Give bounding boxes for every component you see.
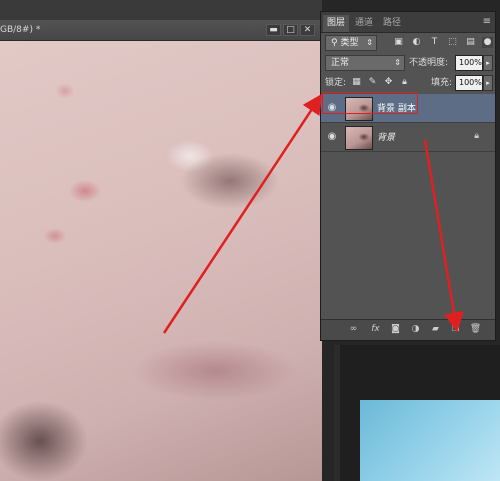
lock-move-icon[interactable]: ✥ bbox=[383, 77, 394, 88]
close-button[interactable]: ✕ bbox=[300, 24, 315, 36]
lock-transparent-icon[interactable]: ▦ bbox=[351, 77, 362, 88]
eye-icon[interactable]: ◉ bbox=[326, 131, 338, 143]
blend-row: 正常 ⇕ 不透明度: 100% ▸ bbox=[321, 53, 495, 73]
document-title: GB/8#) * bbox=[0, 25, 41, 35]
adjustment-filter-icon[interactable]: ◐ bbox=[411, 37, 422, 48]
shape-filter-icon[interactable]: ⬚ bbox=[447, 37, 458, 48]
layer-row-background[interactable]: ◉ 背景 🔒︎ bbox=[321, 123, 495, 152]
app-top-strip bbox=[0, 0, 322, 20]
desktop-background bbox=[360, 400, 500, 481]
lock-icon: 🔒︎ bbox=[474, 131, 479, 141]
minimize-button[interactable]: ▬ bbox=[266, 24, 281, 36]
blend-mode-label: 正常 bbox=[331, 58, 350, 68]
maximize-button[interactable]: □ bbox=[283, 24, 298, 36]
fill-dropdown-icon[interactable]: ▸ bbox=[483, 75, 493, 91]
tab-layers[interactable]: 图层 bbox=[323, 15, 350, 32]
fx-icon[interactable]: fx bbox=[369, 323, 382, 336]
filter-toggle-icon[interactable]: ● bbox=[482, 37, 493, 48]
tab-channels[interactable]: 通道 bbox=[351, 15, 377, 32]
smart-object-filter-icon[interactable]: ▤ bbox=[465, 37, 476, 48]
lock-row: 锁定: ▦ ✎ ✥ 🔒︎ 填充: 100% ▸ bbox=[321, 73, 495, 93]
layers-bottom-bar: ∞ fx ◙ ◑ ▰ ❐ 🗑︎ bbox=[321, 319, 495, 340]
layer-name[interactable]: 背景 bbox=[377, 130, 395, 143]
group-folder-icon[interactable]: ▰ bbox=[429, 323, 442, 336]
chevron-updown-icon: ⇕ bbox=[394, 58, 401, 67]
document-canvas-photo[interactable] bbox=[0, 41, 322, 481]
layers-list: ◉ 背景 副本 ◉ 背景 🔒︎ bbox=[321, 94, 495, 322]
mask-icon[interactable]: ◙ bbox=[389, 323, 402, 336]
filter-kind-label: 类型 bbox=[340, 38, 359, 48]
panel-tabs: 图层 通道 路径 ≡ bbox=[321, 12, 495, 33]
lock-brush-icon[interactable]: ✎ bbox=[367, 77, 378, 88]
tab-paths[interactable]: 路径 bbox=[379, 15, 405, 32]
adjustment-icon[interactable]: ◑ bbox=[409, 323, 422, 336]
annotation-highlight-box bbox=[322, 92, 418, 114]
filter-row: ⚲ 类型 ⇕ ▣ ◐ T ⬚ ▤ ● bbox=[321, 33, 495, 53]
panel-menu-icon[interactable]: ≡ bbox=[483, 16, 491, 27]
fill-field[interactable]: 100% bbox=[455, 75, 483, 91]
filter-kind-select[interactable]: ⚲ 类型 ⇕ bbox=[325, 35, 377, 51]
pixel-filter-icon[interactable]: ▣ bbox=[393, 37, 404, 48]
layers-panel: 图层 通道 路径 ≡ ⚲ 类型 ⇕ ▣ ◐ T ⬚ ▤ ● 正常 ⇕ 不透明度:… bbox=[320, 11, 496, 341]
fill-label: 填充: bbox=[431, 78, 453, 88]
trash-icon[interactable]: 🗑︎ bbox=[469, 323, 482, 336]
blend-mode-select[interactable]: 正常 ⇕ bbox=[325, 55, 405, 71]
layer-thumbnail bbox=[345, 126, 373, 150]
document-titlebar[interactable]: GB/8#) * ▬ □ ✕ bbox=[0, 20, 322, 41]
opacity-label: 不透明度: bbox=[409, 58, 449, 68]
lock-all-icon[interactable]: 🔒︎ bbox=[399, 77, 410, 88]
link-icon[interactable]: ∞ bbox=[347, 323, 360, 336]
opacity-dropdown-icon[interactable]: ▸ bbox=[483, 55, 493, 71]
lock-label: 锁定: bbox=[325, 78, 347, 88]
chevron-updown-icon: ⇕ bbox=[366, 38, 373, 47]
type-filter-icon[interactable]: T bbox=[429, 37, 440, 48]
new-layer-icon[interactable]: ❐ bbox=[449, 323, 462, 336]
opacity-field[interactable]: 100% bbox=[455, 55, 483, 71]
